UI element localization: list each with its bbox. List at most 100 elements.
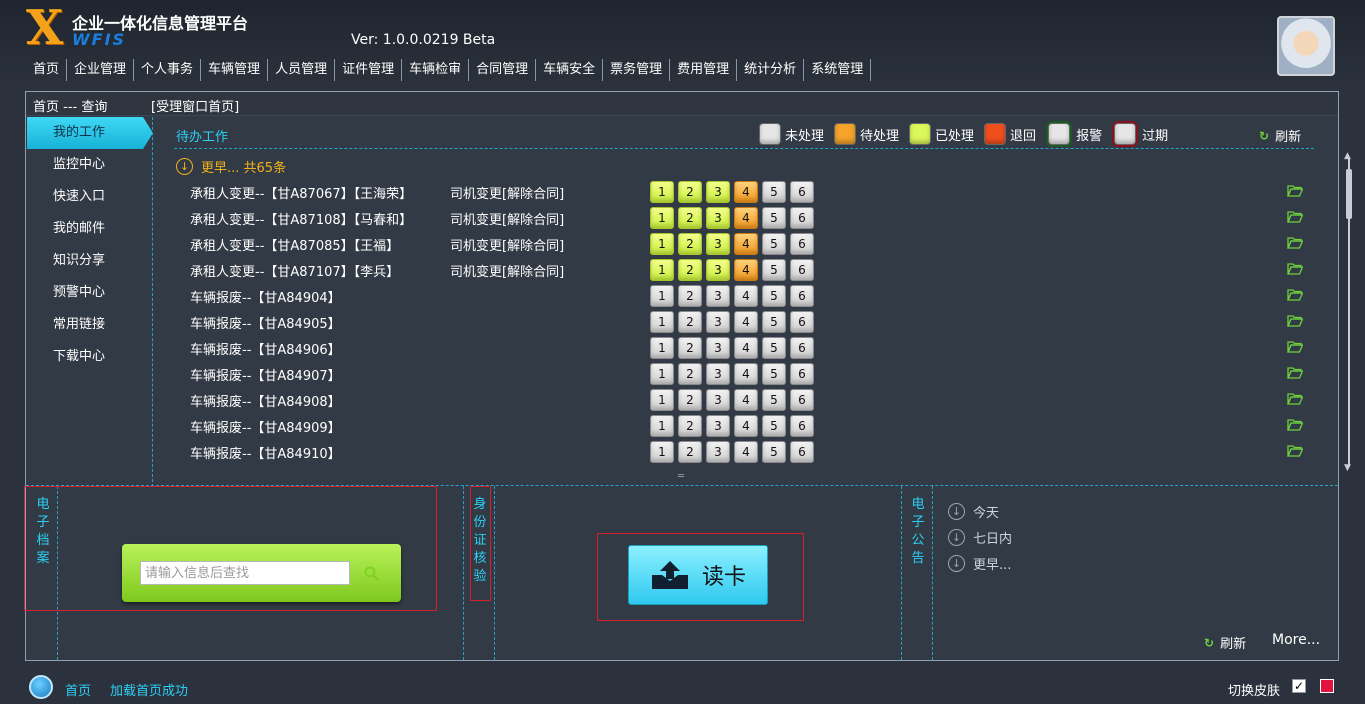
step-badge[interactable]: 5 (762, 363, 786, 385)
step-badge[interactable]: 4 (734, 259, 758, 281)
step-badge[interactable]: 2 (678, 285, 702, 307)
step-badge[interactable]: 3 (706, 415, 730, 437)
step-badge[interactable]: 5 (762, 181, 786, 203)
sidebar-item[interactable]: 常用链接 (27, 309, 152, 341)
step-badge[interactable]: 5 (762, 207, 786, 229)
nav-item[interactable]: 个人事务 (134, 59, 202, 81)
step-badge[interactable]: 5 (762, 285, 786, 307)
sidebar-item[interactable]: 我的邮件 (27, 213, 152, 245)
step-badge[interactable]: 3 (706, 441, 730, 463)
step-badge[interactable]: 2 (678, 311, 702, 333)
step-badge[interactable]: 1 (650, 259, 674, 281)
step-badge[interactable]: 4 (734, 285, 758, 307)
refresh-button[interactable]: ↻ 刷新 (1259, 126, 1301, 146)
step-badge[interactable]: 6 (790, 337, 814, 359)
open-folder-icon[interactable] (1287, 288, 1303, 301)
step-badge[interactable]: 6 (790, 441, 814, 463)
task-row[interactable]: 车辆报废--【甘A84909】 1 2 3 4 5 6 (190, 414, 1320, 440)
step-badge[interactable]: 4 (734, 363, 758, 385)
step-badge[interactable]: 4 (734, 181, 758, 203)
skin-checkbox[interactable]: ✓ (1292, 679, 1306, 693)
task-row[interactable]: 承租人变更--【甘A87108】【马春和】 司机变更[解除合同] 1 2 3 4 5 6 (190, 206, 1320, 232)
nav-item[interactable]: 费用管理 (670, 59, 738, 81)
step-badge[interactable]: 3 (706, 259, 730, 281)
notice-filter-item[interactable]: ↓ 七日内 (948, 524, 1012, 550)
task-row[interactable]: 车辆报废--【甘A84907】 1 2 3 4 5 6 (190, 362, 1320, 388)
nav-item[interactable]: 车辆检审 (402, 59, 470, 81)
scrollbar[interactable]: ▲ ▼ (1344, 151, 1354, 473)
step-badge[interactable]: 3 (706, 311, 730, 333)
step-badge[interactable]: 6 (790, 259, 814, 281)
step-badge[interactable]: 6 (790, 389, 814, 411)
step-badge[interactable]: 5 (762, 311, 786, 333)
step-badge[interactable]: 6 (790, 311, 814, 333)
step-badge[interactable]: 4 (734, 207, 758, 229)
read-card-button[interactable]: 读卡 (628, 545, 768, 605)
nav-item[interactable]: 票务管理 (603, 59, 671, 81)
nav-item[interactable]: 系统管理 (804, 59, 872, 81)
step-badge[interactable]: 5 (762, 259, 786, 281)
group-header[interactable]: ↓ 更早... 共65条 (176, 157, 286, 176)
step-badge[interactable]: 3 (706, 207, 730, 229)
step-badge[interactable]: 6 (790, 415, 814, 437)
nav-item[interactable]: 企业管理 (67, 59, 135, 81)
scroll-down-icon[interactable]: ▼ (1344, 463, 1351, 473)
step-badge[interactable]: 4 (734, 311, 758, 333)
step-badge[interactable]: 4 (734, 415, 758, 437)
open-folder-icon[interactable] (1287, 262, 1303, 275)
step-badge[interactable]: 2 (678, 181, 702, 203)
step-badge[interactable]: 6 (790, 181, 814, 203)
open-folder-icon[interactable] (1287, 340, 1303, 353)
step-badge[interactable]: 1 (650, 207, 674, 229)
step-badge[interactable]: 5 (762, 441, 786, 463)
task-title[interactable]: 车辆报废--【甘A84908】 (190, 391, 341, 410)
task-title[interactable]: 车辆报废--【甘A84907】 (190, 365, 341, 384)
task-title[interactable]: 承租人变更--【甘A87108】【马春和】 (190, 209, 412, 228)
open-folder-icon[interactable] (1287, 444, 1303, 457)
step-badge[interactable]: 1 (650, 363, 674, 385)
task-row[interactable]: 车辆报废--【甘A84908】 1 2 3 4 5 6 (190, 388, 1320, 414)
task-title[interactable]: 承租人变更--【甘A87067】【王海荣】 (190, 183, 412, 202)
status-home-link[interactable]: 首页 (65, 680, 91, 699)
open-folder-icon[interactable] (1287, 392, 1303, 405)
step-badge[interactable]: 3 (706, 337, 730, 359)
skin-color-swatch[interactable] (1320, 679, 1334, 693)
nav-item[interactable]: 车辆安全 (536, 59, 604, 81)
step-badge[interactable]: 6 (790, 363, 814, 385)
task-title[interactable]: 车辆报废--【甘A84905】 (190, 313, 341, 332)
step-badge[interactable]: 5 (762, 337, 786, 359)
step-badge[interactable]: 1 (650, 285, 674, 307)
task-title[interactable]: 车辆报废--【甘A84910】 (190, 443, 341, 462)
step-badge[interactable]: 4 (734, 233, 758, 255)
step-badge[interactable]: 1 (650, 311, 674, 333)
step-badge[interactable]: 3 (706, 389, 730, 411)
step-badge[interactable]: 4 (734, 389, 758, 411)
open-folder-icon[interactable] (1287, 366, 1303, 379)
sidebar-item[interactable]: 监控中心 (27, 149, 152, 181)
step-badge[interactable]: 2 (678, 415, 702, 437)
sidebar-item[interactable]: 知识分享 (27, 245, 152, 277)
more-link[interactable]: More... (1272, 632, 1320, 648)
scroll-thumb[interactable] (1346, 169, 1352, 219)
step-badge[interactable]: 3 (706, 363, 730, 385)
open-folder-icon[interactable] (1287, 236, 1303, 249)
task-title[interactable]: 承租人变更--【甘A87085】【王福】 (190, 235, 399, 254)
step-badge[interactable]: 2 (678, 363, 702, 385)
archive-search-input[interactable] (140, 561, 350, 585)
step-badge[interactable]: 1 (650, 181, 674, 203)
task-row[interactable]: 承租人变更--【甘A87107】【李兵】 司机变更[解除合同] 1 2 3 4 5 6 (190, 258, 1320, 284)
panel-splitter-icon[interactable]: ═ (678, 472, 684, 482)
open-folder-icon[interactable] (1287, 184, 1303, 197)
open-folder-icon[interactable] (1287, 418, 1303, 431)
step-badge[interactable]: 2 (678, 337, 702, 359)
step-badge[interactable]: 6 (790, 233, 814, 255)
task-row[interactable]: 承租人变更--【甘A87067】【王海荣】 司机变更[解除合同] 1 2 3 4 5 6 (190, 180, 1320, 206)
step-badge[interactable]: 1 (650, 389, 674, 411)
nav-item[interactable]: 合同管理 (469, 59, 537, 81)
step-badge[interactable]: 3 (706, 181, 730, 203)
step-badge[interactable]: 6 (790, 207, 814, 229)
task-title[interactable]: 车辆报废--【甘A84906】 (190, 339, 341, 358)
step-badge[interactable]: 2 (678, 259, 702, 281)
nav-item[interactable]: 人员管理 (268, 59, 336, 81)
user-avatar[interactable] (1277, 16, 1335, 76)
